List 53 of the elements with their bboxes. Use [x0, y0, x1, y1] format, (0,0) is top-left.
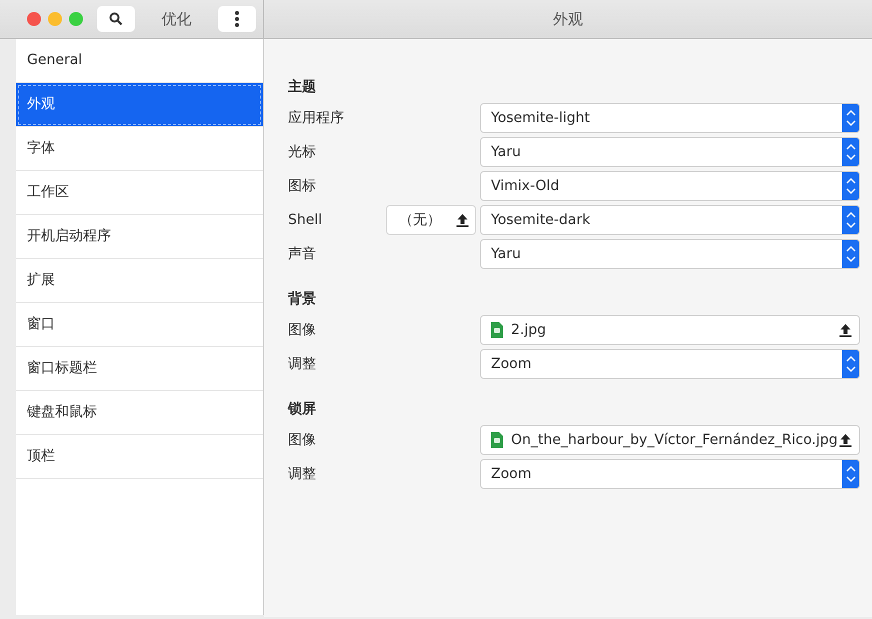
- upload-icon: [839, 433, 852, 447]
- upload-icon: [839, 323, 852, 337]
- dropdown-value: Yaru: [491, 244, 521, 264]
- field-label: 光标: [288, 142, 317, 162]
- dropdown[interactable]: Vimix-Old: [480, 171, 860, 201]
- dropdown[interactable]: Yaru: [480, 239, 860, 269]
- search-button[interactable]: [97, 6, 135, 32]
- field-label: 调整: [288, 354, 317, 374]
- dropdown[interactable]: Yosemite-light: [480, 103, 860, 133]
- app-title: 优化: [162, 8, 192, 30]
- search-icon: [109, 12, 123, 26]
- sidebar-item[interactable]: 顶栏: [16, 435, 263, 479]
- dropdown-value: Yosemite-light: [491, 108, 590, 128]
- close-button[interactable]: [27, 12, 41, 26]
- dropdown[interactable]: Yaru: [480, 137, 860, 167]
- menu-icon: [235, 11, 239, 27]
- section-title: 背景: [288, 290, 317, 308]
- sidebar-item[interactable]: 工作区: [16, 171, 263, 215]
- menu-button[interactable]: [218, 6, 256, 32]
- sidebar-item[interactable]: 窗口: [16, 303, 263, 347]
- dropdown[interactable]: Zoom: [480, 349, 860, 379]
- dropdown-value: Zoom: [491, 464, 532, 484]
- file-name: On_the_harbour_by_Víctor_Fernández_Rico.jpg: [511, 430, 839, 450]
- field-label: Shell: [288, 210, 324, 230]
- sidebar-item[interactable]: 外观: [16, 83, 263, 127]
- field-label: 图像: [288, 430, 317, 450]
- image-file-icon: [491, 432, 503, 448]
- maximize-button[interactable]: [69, 12, 83, 26]
- field-label: 应用程序: [288, 108, 345, 128]
- file-chooser[interactable]: 2.jpg: [480, 315, 860, 345]
- section-title: 主题: [288, 78, 317, 96]
- window-title: 外观: [553, 8, 583, 30]
- dropdown-value: Zoom: [491, 354, 532, 374]
- image-file-icon: [491, 322, 503, 338]
- sidebar-item[interactable]: 窗口标题栏: [16, 347, 263, 391]
- sidebar-item[interactable]: 键盘和鼠标: [16, 391, 263, 435]
- field-label: 声音: [288, 244, 317, 264]
- dropdown-value: Yosemite-dark: [491, 210, 590, 230]
- sidebar-item[interactable]: 字体: [16, 127, 263, 171]
- dropdown[interactable]: Zoom: [480, 459, 860, 489]
- dropdown[interactable]: Yosemite-dark: [480, 205, 860, 235]
- field-label: 图标: [288, 176, 317, 196]
- none-button[interactable]: （无）: [386, 205, 476, 235]
- file-chooser[interactable]: On_the_harbour_by_Víctor_Fernández_Rico.jpg: [480, 425, 860, 455]
- dropdown-value: Vimix-Old: [491, 176, 560, 196]
- dropdown-value: Yaru: [491, 142, 521, 162]
- file-name: 2.jpg: [511, 320, 548, 340]
- field-label: 图像: [288, 320, 317, 340]
- sidebar-item[interactable]: 开机启动程序: [16, 215, 263, 259]
- section-title: 锁屏: [288, 400, 317, 418]
- upload-icon: [456, 213, 469, 227]
- field-label: 调整: [288, 464, 317, 484]
- sidebar-item[interactable]: 扩展: [16, 259, 263, 303]
